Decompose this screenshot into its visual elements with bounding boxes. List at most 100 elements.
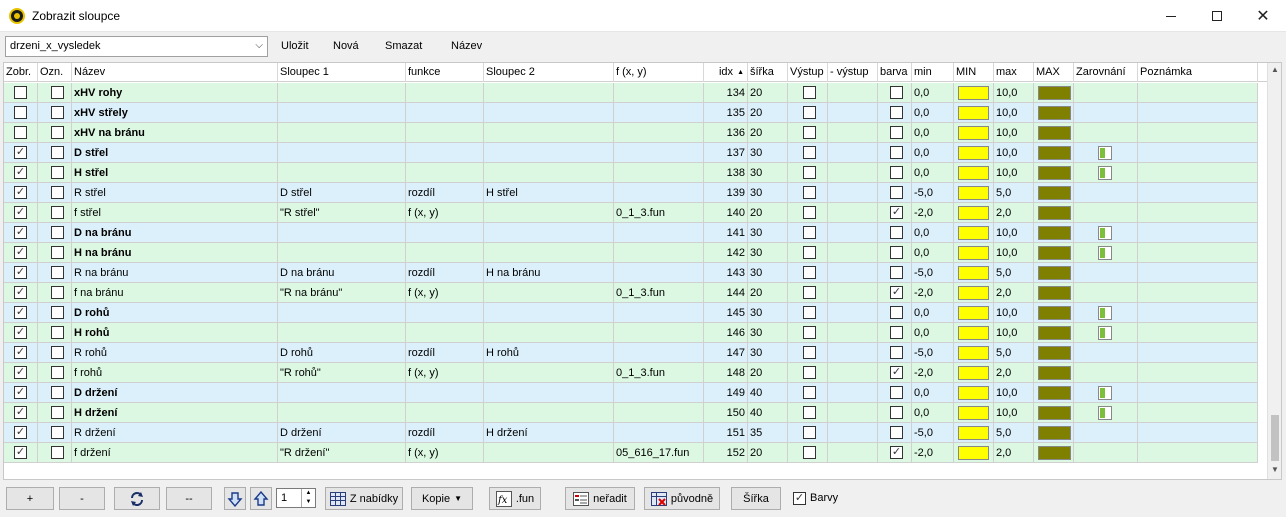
cell-name[interactable]: f na bránu [72, 283, 278, 303]
cell-max[interactable]: 2,0 [994, 203, 1034, 223]
max-color-swatch[interactable] [1038, 186, 1071, 200]
max-color-swatch[interactable] [1038, 266, 1071, 280]
show-checkbox[interactable]: ✓ [14, 306, 27, 319]
output-checkbox[interactable] [803, 306, 816, 319]
max-color-swatch[interactable] [1038, 406, 1071, 420]
move-down-button[interactable] [224, 487, 246, 510]
mark-checkbox[interactable] [51, 326, 64, 339]
column-header-poznamka[interactable]: Poznámka [1138, 63, 1258, 82]
mark-checkbox[interactable] [51, 386, 64, 399]
maximize-button[interactable] [1194, 0, 1240, 32]
color-checkbox[interactable] [890, 346, 903, 359]
column-header-vystup[interactable]: Výstup [788, 63, 828, 82]
mark-checkbox[interactable] [51, 286, 64, 299]
cell-column-2[interactable] [484, 103, 614, 123]
output-checkbox[interactable] [803, 106, 816, 119]
show-checkbox[interactable] [14, 126, 27, 139]
mark-checkbox[interactable] [51, 106, 64, 119]
output-checkbox[interactable] [803, 366, 816, 379]
show-checkbox[interactable]: ✓ [14, 186, 27, 199]
cell-name[interactable]: H držení [72, 403, 278, 423]
mark-checkbox[interactable] [51, 246, 64, 259]
cell-fxy-file[interactable] [614, 243, 704, 263]
cell-alignment[interactable] [1074, 383, 1138, 403]
cell-fxy-file[interactable] [614, 123, 704, 143]
cell-name[interactable]: H na bránu [72, 243, 278, 263]
cell-column-1[interactable] [278, 103, 406, 123]
cell-column-2[interactable] [484, 303, 614, 323]
refresh-button[interactable] [114, 487, 160, 510]
cell-column-2[interactable] [484, 383, 614, 403]
color-checkbox[interactable] [890, 306, 903, 319]
cell-alignment[interactable] [1074, 283, 1138, 303]
cell-min[interactable]: -5,0 [912, 263, 954, 283]
cell-function[interactable] [406, 303, 484, 323]
cell-column-2[interactable] [484, 123, 614, 143]
cell-minus-output[interactable] [828, 323, 878, 343]
cell-function[interactable]: f (x, y) [406, 443, 484, 463]
cell-max[interactable]: 2,0 [994, 283, 1034, 303]
cell-min[interactable]: -2,0 [912, 363, 954, 383]
cell-minus-output[interactable] [828, 443, 878, 463]
table-row[interactable]: ✓ R rohů D rohů rozdíl H rohů 147 30 -5,0 5,0 [4, 343, 1258, 363]
min-color-swatch[interactable] [958, 286, 989, 300]
cell-width[interactable]: 30 [748, 163, 788, 183]
close-button[interactable]: ✕ [1240, 0, 1286, 32]
from-menu-button[interactable]: Z nabídky [325, 487, 403, 510]
cell-width[interactable]: 20 [748, 443, 788, 463]
cell-min[interactable]: 0,0 [912, 403, 954, 423]
unsort-button[interactable]: neřadit [565, 487, 635, 510]
cell-column-1[interactable] [278, 163, 406, 183]
cell-min[interactable]: 0,0 [912, 303, 954, 323]
cell-column-1[interactable]: "R na bránu" [278, 283, 406, 303]
cell-minus-output[interactable] [828, 83, 878, 103]
min-color-swatch[interactable] [958, 346, 989, 360]
column-header-minus-vystup[interactable]: - výstup [828, 63, 878, 82]
color-checkbox[interactable] [890, 386, 903, 399]
cell-minus-output[interactable] [828, 423, 878, 443]
spinner-arrows[interactable]: ▲ ▼ [301, 489, 315, 507]
column-header-min[interactable]: MIN [954, 63, 994, 82]
cell-column-2[interactable] [484, 323, 614, 343]
column-header-barva[interactable]: barva [878, 63, 912, 82]
cell-note[interactable] [1138, 123, 1258, 143]
output-checkbox[interactable] [803, 126, 816, 139]
cell-width[interactable]: 20 [748, 83, 788, 103]
max-color-swatch[interactable] [1038, 366, 1071, 380]
color-checkbox[interactable] [890, 406, 903, 419]
show-checkbox[interactable]: ✓ [14, 366, 27, 379]
cell-width[interactable]: 20 [748, 363, 788, 383]
cell-name[interactable]: f rohů [72, 363, 278, 383]
cell-minus-output[interactable] [828, 223, 878, 243]
cell-function[interactable] [406, 163, 484, 183]
cell-note[interactable] [1138, 203, 1258, 223]
color-checkbox[interactable]: ✓ [890, 286, 903, 299]
cell-function[interactable]: rozdíl [406, 423, 484, 443]
mark-checkbox[interactable] [51, 366, 64, 379]
show-checkbox[interactable]: ✓ [14, 266, 27, 279]
cell-column-1[interactable]: D držení [278, 423, 406, 443]
cell-note[interactable] [1138, 383, 1258, 403]
show-checkbox[interactable]: ✓ [14, 166, 27, 179]
cell-column-2[interactable]: H rohů [484, 343, 614, 363]
cell-min[interactable]: -5,0 [912, 183, 954, 203]
cell-alignment[interactable] [1074, 403, 1138, 423]
scroll-up-icon[interactable]: ▲ [1268, 63, 1281, 77]
color-checkbox[interactable] [890, 246, 903, 259]
max-color-swatch[interactable] [1038, 206, 1071, 220]
cell-note[interactable] [1138, 363, 1258, 383]
max-color-swatch[interactable] [1038, 146, 1071, 160]
cell-min[interactable]: -2,0 [912, 443, 954, 463]
output-checkbox[interactable] [803, 226, 816, 239]
remove-row-button[interactable]: - [59, 487, 105, 510]
cell-fxy-file[interactable] [614, 383, 704, 403]
cell-note[interactable] [1138, 283, 1258, 303]
color-checkbox[interactable]: ✓ [890, 446, 903, 459]
cell-minus-output[interactable] [828, 303, 878, 323]
cell-note[interactable] [1138, 243, 1258, 263]
cell-function[interactable] [406, 123, 484, 143]
min-color-swatch[interactable] [958, 366, 989, 380]
max-color-swatch[interactable] [1038, 86, 1071, 100]
cell-fxy-file[interactable] [614, 163, 704, 183]
cell-min[interactable]: 0,0 [912, 323, 954, 343]
